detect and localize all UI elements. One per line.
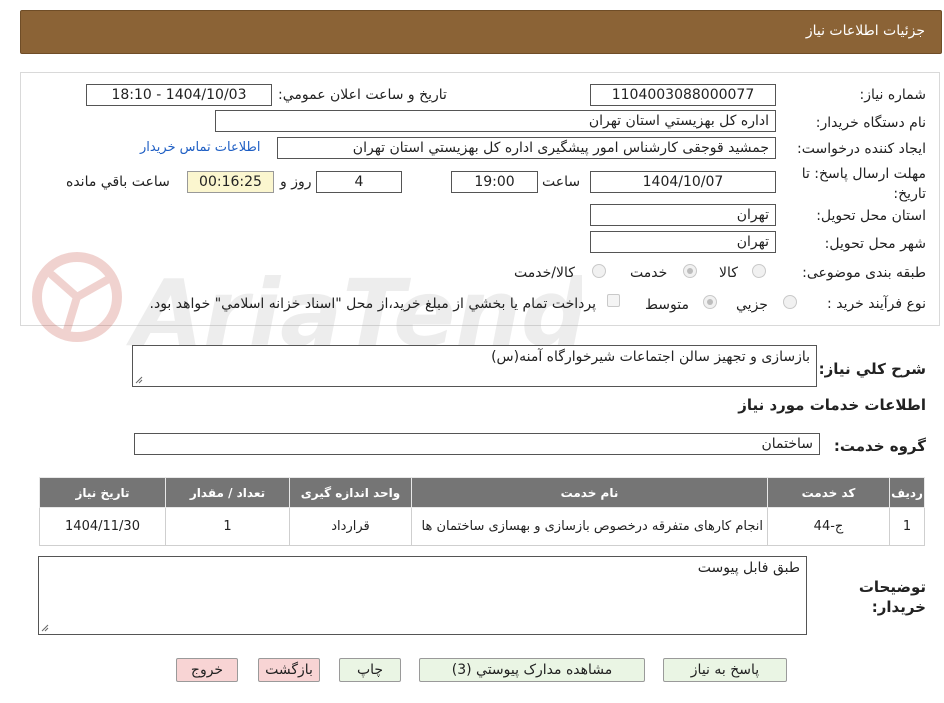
province-field: تهران — [590, 204, 776, 226]
table-row: 1 ج-44 انجام کارهای متفرقه درخصوص بازساز… — [39, 507, 925, 546]
col-unit: واحد اندازه گيری — [289, 477, 412, 508]
announce-field: 1404/10/03 - 18:10 — [86, 84, 272, 106]
buyer-org-field: اداره کل بهزيستي استان تهران — [215, 110, 776, 132]
city-label: شهر محل تحويل: — [824, 236, 926, 252]
col-date: تاريخ نياز — [39, 477, 166, 508]
service-group-label: گروه خدمت: — [833, 437, 926, 455]
process-label: نوع فرآيند خريد : — [827, 296, 926, 312]
services-section-title: اطلاعات خدمات مورد نياز — [738, 396, 926, 414]
print-button[interactable]: چاپ — [339, 658, 401, 682]
resize-grip-icon[interactable] — [135, 376, 143, 384]
table-header-row: رديف کد خدمت نام خدمت واحد اندازه گيری ت… — [39, 477, 925, 508]
col-name: نام خدمت — [411, 477, 768, 508]
treasury-note: پرداخت تمام يا بخشي از مبلغ خريد،از محل … — [149, 296, 596, 312]
notes-textarea[interactable]: طبق فابل پیوست — [38, 556, 807, 635]
cell-unit: قرارداد — [289, 507, 412, 546]
exit-button[interactable]: خروج — [176, 658, 238, 682]
category-option-goods-service: کالا/خدمت — [514, 265, 575, 281]
cell-date: 1404/11/30 — [39, 507, 166, 546]
process-option-minor: جزيي — [736, 297, 768, 313]
deadline-label: مهلت ارسال پاسخ: تا تاريخ: — [801, 166, 926, 202]
summary-textarea[interactable]: بازسازی و تجهیز سالن اجتماعات شیرخوارگاه… — [132, 345, 817, 387]
resize-grip-icon[interactable] — [41, 624, 49, 632]
requester-field: جمشید قوجقی کارشناس امور پیشگیری اداره ک… — [277, 137, 776, 159]
buyer-org-label: نام دستگاه خريدار: — [815, 115, 926, 131]
province-label: استان محل تحويل: — [816, 208, 926, 224]
view-attachments-button[interactable]: مشاهده مدارک پيوستي (3) — [419, 658, 645, 682]
page-header: جزئیات اطلاعات نیاز — [20, 10, 942, 54]
category-option-service: خدمت — [630, 265, 668, 281]
treasury-checkbox[interactable] — [607, 294, 620, 307]
reply-button[interactable]: پاسخ به نياز — [663, 658, 787, 682]
need-number-field: 1104003088000077 — [590, 84, 776, 106]
back-button[interactable]: بازگشت — [258, 658, 320, 682]
deadline-time-field: 19:00 — [451, 171, 538, 193]
announce-label: تاریخ و ساعت اعلان عمومي: — [278, 87, 447, 103]
cell-row: 1 — [889, 507, 925, 546]
col-qty: تعداد / مقدار — [165, 477, 290, 508]
category-radio-goods[interactable] — [752, 264, 766, 278]
category-label: طبقه بندی موضوعی: — [802, 265, 926, 281]
page-title: جزئیات اطلاعات نیاز — [805, 23, 925, 39]
summary-text: بازسازی و تجهیز سالن اجتماعات شیرخوارگاه… — [491, 349, 810, 365]
notes-label: توضيحات خريدار: — [858, 578, 926, 616]
buyer-contact-link[interactable]: اطلاعات تماس خريدار — [140, 140, 260, 155]
remaining-days-field: 4 — [316, 171, 402, 193]
need-number-label: شماره نیاز: — [859, 87, 927, 103]
process-radio-minor[interactable] — [783, 295, 797, 309]
category-option-goods: کالا — [719, 265, 738, 281]
category-radio-goods-service[interactable] — [592, 264, 606, 278]
remaining-label: ساعت باقي مانده — [66, 174, 170, 190]
notes-text: طبق فابل پیوست — [697, 560, 800, 576]
col-row: رديف — [889, 477, 925, 508]
deadline-time-label: ساعت — [542, 174, 581, 190]
summary-label: شرح کلي نياز: — [818, 360, 926, 378]
remaining-time-field: 00:16:25 — [187, 171, 274, 193]
deadline-date-field: 1404/10/07 — [590, 171, 776, 193]
process-option-medium: متوسط — [645, 297, 689, 313]
cell-code: ج-44 — [767, 507, 890, 546]
city-field: تهران — [590, 231, 776, 253]
process-radio-medium[interactable] — [703, 295, 717, 309]
cell-qty: 1 — [165, 507, 290, 546]
requester-label: ايجاد کننده درخواست: — [797, 141, 926, 157]
service-group-field: ساختمان — [134, 433, 820, 455]
cell-name: انجام کارهای متفرقه درخصوص بازسازی و بهس… — [411, 507, 768, 546]
col-code: کد خدمت — [767, 477, 890, 508]
category-radio-service[interactable] — [683, 264, 697, 278]
days-label: روز و — [280, 174, 312, 190]
services-table: رديف کد خدمت نام خدمت واحد اندازه گيری ت… — [39, 477, 925, 546]
